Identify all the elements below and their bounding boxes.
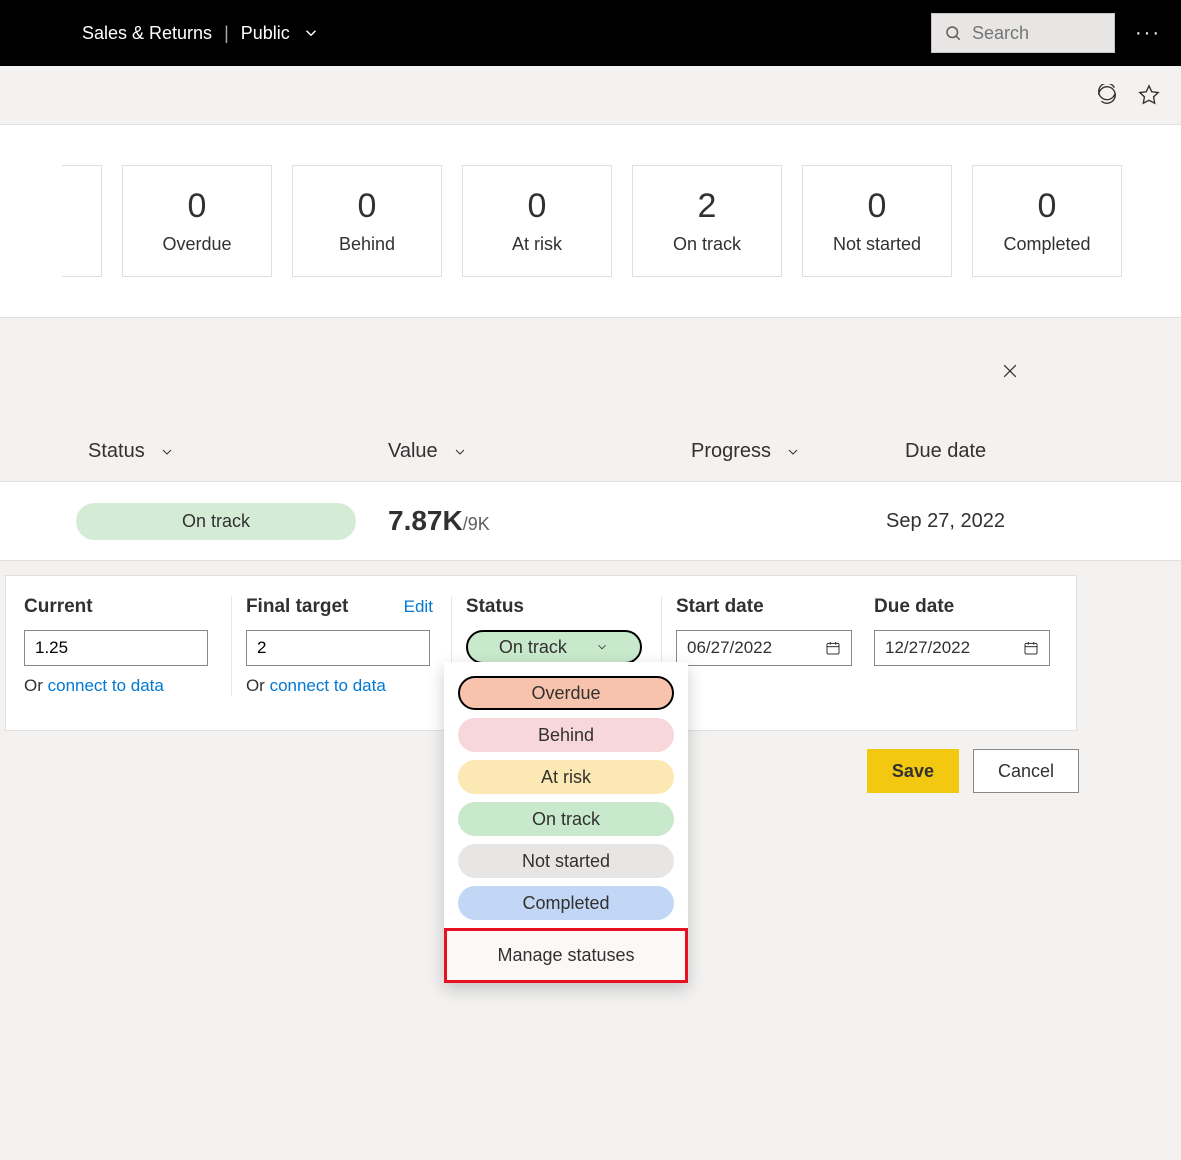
status-card-behind[interactable]: 0 Behind xyxy=(292,165,442,277)
col-header-due[interactable]: Due date xyxy=(905,440,986,463)
value-main: 7.87K xyxy=(388,505,463,536)
column-headers: Status Value Progress Due date xyxy=(0,400,1181,481)
card-count: 0 xyxy=(188,187,207,226)
close-icon[interactable] xyxy=(998,359,1022,383)
status-card-notstarted[interactable]: 0 Not started xyxy=(802,165,952,277)
status-card-atrisk[interactable]: 0 At risk xyxy=(462,165,612,277)
col-header-label: Value xyxy=(388,440,438,463)
card-count: 0 xyxy=(1038,187,1057,226)
sub-bar xyxy=(0,66,1181,125)
form-col-current: Current Or connect to data xyxy=(24,596,232,696)
due-date-label: Due date xyxy=(874,596,1040,618)
dropdown-option-ontrack[interactable]: On track xyxy=(458,802,674,836)
status-cards-area: 0 Overdue 0 Behind 0 At risk 2 On track … xyxy=(0,125,1181,318)
save-button[interactable]: Save xyxy=(867,749,959,793)
or-connect-target: Or connect to data xyxy=(246,676,433,696)
cancel-button[interactable]: Cancel xyxy=(973,749,1079,793)
value-target: /9K xyxy=(463,514,490,534)
more-icon[interactable]: ··· xyxy=(1135,22,1161,45)
chevron-down-icon[interactable] xyxy=(302,24,320,42)
dropdown-option-behind[interactable]: Behind xyxy=(458,718,674,752)
dropdown-option-atrisk[interactable]: At risk xyxy=(458,760,674,794)
status-cards-row: 0 Overdue 0 Behind 0 At risk 2 On track … xyxy=(0,165,1181,277)
breadcrumb-section[interactable]: Public xyxy=(241,23,290,44)
star-icon[interactable] xyxy=(1137,83,1161,107)
due-date-input[interactable]: 12/27/2022 xyxy=(874,630,1050,666)
start-date-label: Start date xyxy=(676,596,842,618)
calendar-icon xyxy=(825,640,841,656)
status-dropdown: Overdue Behind At risk On track Not star… xyxy=(444,662,688,983)
col-header-label: Due date xyxy=(905,440,986,463)
col-header-label: Status xyxy=(88,440,145,463)
start-date-value: 06/27/2022 xyxy=(687,638,772,658)
target-input[interactable] xyxy=(246,630,430,666)
refresh-icon[interactable] xyxy=(1095,83,1119,107)
card-label: On track xyxy=(673,234,741,255)
col-header-status[interactable]: Status xyxy=(88,440,388,463)
edit-target-link[interactable]: Edit xyxy=(404,597,433,617)
due-date-value: 12/27/2022 xyxy=(885,638,970,658)
chevron-down-icon xyxy=(785,444,801,460)
col-header-value[interactable]: Value xyxy=(388,440,691,463)
manage-statuses-button[interactable]: Manage statuses xyxy=(444,928,688,983)
status-select-value: On track xyxy=(499,637,567,658)
dropdown-option-completed[interactable]: Completed xyxy=(458,886,674,920)
status-card-edge xyxy=(62,165,102,277)
current-input[interactable] xyxy=(24,630,208,666)
chevron-down-icon xyxy=(159,444,175,460)
top-bar: Sales & Returns | Public ··· xyxy=(0,0,1181,66)
edit-form: Current Or connect to data Final targetE… xyxy=(5,575,1077,731)
or-connect-current: Or connect to data xyxy=(24,676,213,696)
chevron-down-icon xyxy=(452,444,468,460)
status-select[interactable]: On track xyxy=(466,630,642,664)
card-label: Completed xyxy=(1003,234,1090,255)
due-cell: Sep 27, 2022 xyxy=(886,510,1005,533)
card-count: 0 xyxy=(528,187,547,226)
col-header-label: Progress xyxy=(691,440,771,463)
breadcrumb: Sales & Returns | Public xyxy=(82,23,320,44)
search-box[interactable] xyxy=(931,13,1115,53)
panel-header xyxy=(0,342,1046,400)
card-label: At risk xyxy=(512,234,562,255)
target-label: Final targetEdit xyxy=(246,596,433,618)
search-icon xyxy=(944,24,962,42)
value-cell: 7.87K/9K xyxy=(388,505,688,537)
breadcrumb-title[interactable]: Sales & Returns xyxy=(82,23,212,44)
card-label: Behind xyxy=(339,234,395,255)
breadcrumb-separator: | xyxy=(224,23,229,44)
data-row[interactable]: On track 7.87K/9K Sep 27, 2022 xyxy=(0,481,1181,561)
card-count: 2 xyxy=(698,187,717,226)
top-right: ··· xyxy=(931,13,1161,53)
search-input[interactable] xyxy=(972,23,1102,44)
dropdown-option-overdue[interactable]: Overdue xyxy=(458,676,674,710)
current-label: Current xyxy=(24,596,213,618)
card-label: Not started xyxy=(833,234,921,255)
chevron-down-icon xyxy=(595,640,609,654)
form-col-due: Due date 12/27/2022 xyxy=(860,596,1058,696)
status-pill: On track xyxy=(76,503,356,540)
status-card-ontrack[interactable]: 2 On track xyxy=(632,165,782,277)
card-count: 0 xyxy=(358,187,377,226)
dropdown-option-notstarted[interactable]: Not started xyxy=(458,844,674,878)
form-col-start: Start date 06/27/2022 xyxy=(662,596,860,696)
connect-to-data-link[interactable]: connect to data xyxy=(48,676,164,695)
connect-to-data-link[interactable]: connect to data xyxy=(270,676,386,695)
form-col-target: Final targetEdit Or connect to data xyxy=(232,596,452,696)
calendar-icon xyxy=(1023,640,1039,656)
start-date-input[interactable]: 06/27/2022 xyxy=(676,630,852,666)
status-label: Status xyxy=(466,596,643,618)
status-card-completed[interactable]: 0 Completed xyxy=(972,165,1122,277)
card-count: 0 xyxy=(868,187,887,226)
col-header-progress[interactable]: Progress xyxy=(691,440,905,463)
status-card-overdue[interactable]: 0 Overdue xyxy=(122,165,272,277)
card-label: Overdue xyxy=(162,234,231,255)
